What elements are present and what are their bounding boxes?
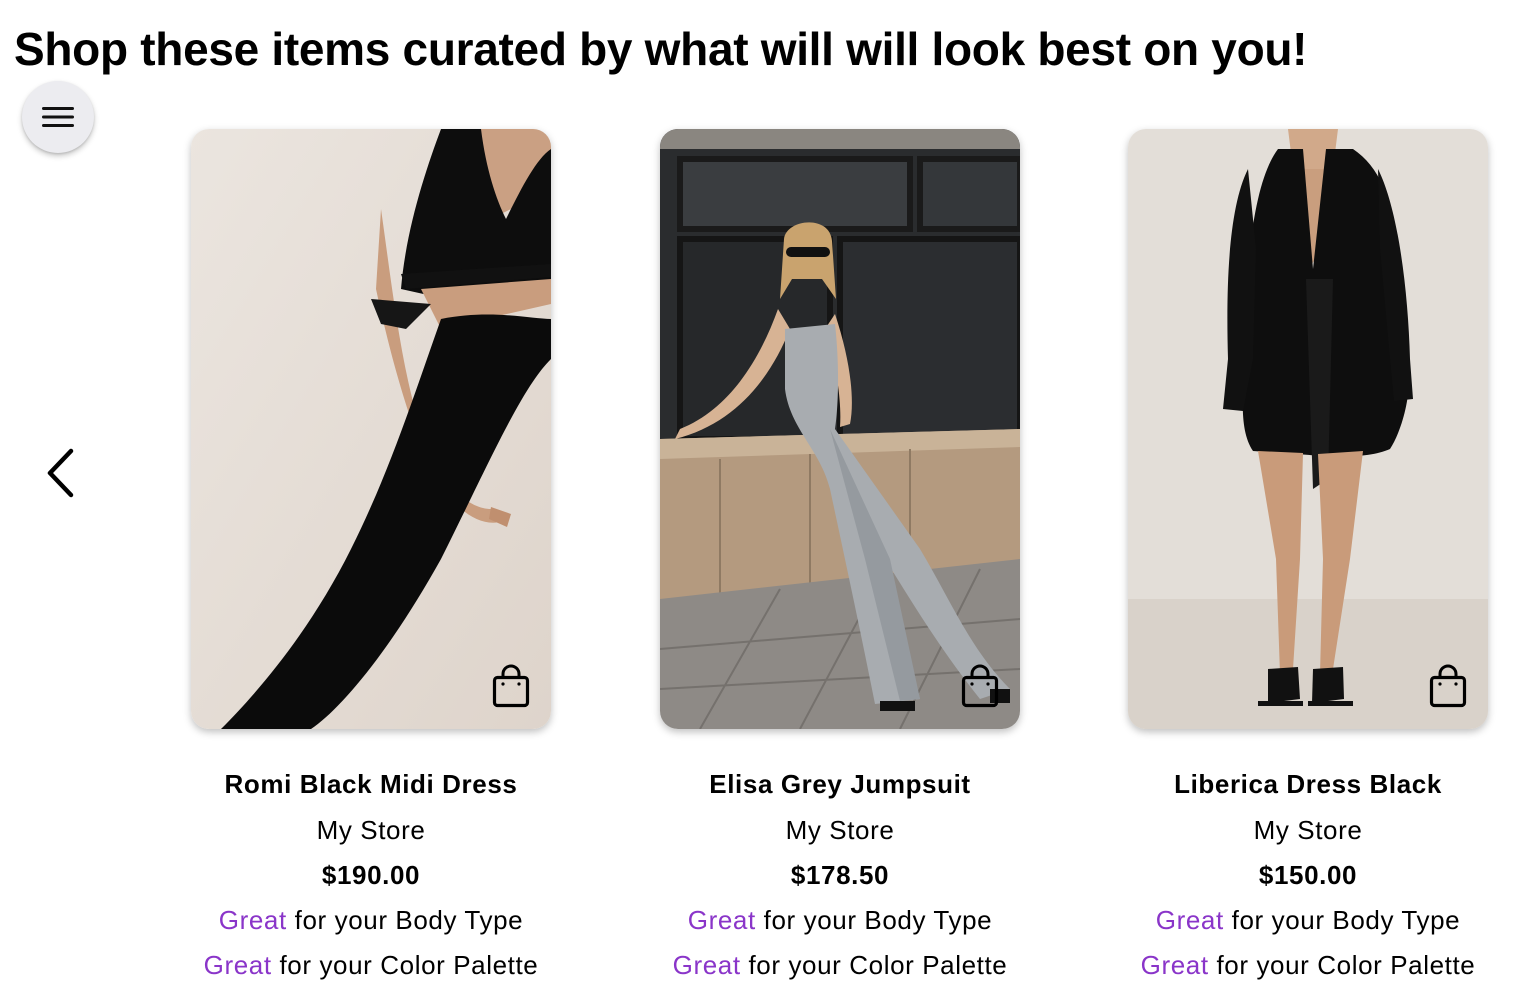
body-type-rating: Great: [687, 905, 756, 935]
body-type-label: for your Body Type: [294, 905, 524, 935]
product-info: Romi Black Midi Dress My Store $190.00 G…: [191, 767, 551, 982]
carousel-prev-button[interactable]: [40, 445, 80, 501]
product-photo: [191, 129, 551, 729]
shopping-bag-icon: [961, 664, 999, 708]
product-photo: [660, 129, 1020, 729]
body-type-rating: Great: [218, 905, 287, 935]
product-name[interactable]: Elisa Grey Jumpsuit: [660, 767, 1020, 801]
product-photo: [1128, 129, 1488, 729]
body-type-label: for your Body Type: [763, 905, 993, 935]
color-palette-fit: Great for your Color Palette: [1128, 948, 1488, 982]
product-price: $178.50: [790, 860, 890, 890]
product-info: Liberica Dress Black My Store $150.00 Gr…: [1128, 767, 1488, 982]
store-name: My Store: [316, 815, 426, 845]
add-to-bag-button[interactable]: [1428, 663, 1468, 709]
product-image[interactable]: [660, 129, 1020, 729]
add-to-bag-button[interactable]: [491, 663, 531, 709]
add-to-bag-button[interactable]: [960, 663, 1000, 709]
color-palette-label: for your Color Palette: [748, 950, 1008, 980]
chevron-left-icon: [47, 448, 74, 498]
color-palette-label: for your Color Palette: [279, 950, 539, 980]
color-palette-fit: Great for your Color Palette: [660, 948, 1020, 982]
product-card: Romi Black Midi Dress My Store $190.00 G…: [191, 129, 551, 982]
product-card: Elisa Grey Jumpsuit My Store $178.50 Gre…: [660, 129, 1020, 982]
shopping-bag-icon: [1429, 664, 1467, 708]
page-title: Shop these items curated by what will wi…: [14, 23, 1308, 75]
product-image[interactable]: [1128, 129, 1488, 729]
product-image[interactable]: [191, 129, 551, 729]
product-card: Liberica Dress Black My Store $150.00 Gr…: [1128, 129, 1488, 982]
color-palette-fit: Great for your Color Palette: [191, 948, 551, 982]
hamburger-menu-icon: [42, 107, 74, 127]
menu-button[interactable]: [22, 81, 94, 153]
color-palette-rating: Great: [1140, 950, 1209, 980]
color-palette-rating: Great: [672, 950, 741, 980]
product-price: $190.00: [321, 860, 421, 890]
body-type-fit: Great for your Body Type: [1128, 903, 1488, 937]
body-type-fit: Great for your Body Type: [191, 903, 551, 937]
product-name[interactable]: Liberica Dress Black: [1128, 767, 1488, 801]
body-type-rating: Great: [1155, 905, 1224, 935]
store-name: My Store: [1253, 815, 1363, 845]
product-price: $150.00: [1258, 860, 1358, 890]
product-name[interactable]: Romi Black Midi Dress: [191, 767, 551, 801]
product-info: Elisa Grey Jumpsuit My Store $178.50 Gre…: [660, 767, 1020, 982]
shopping-bag-icon: [492, 664, 530, 708]
color-palette-rating: Great: [203, 950, 272, 980]
body-type-label: for your Body Type: [1231, 905, 1461, 935]
body-type-fit: Great for your Body Type: [660, 903, 1020, 937]
color-palette-label: for your Color Palette: [1216, 950, 1476, 980]
store-name: My Store: [785, 815, 895, 845]
